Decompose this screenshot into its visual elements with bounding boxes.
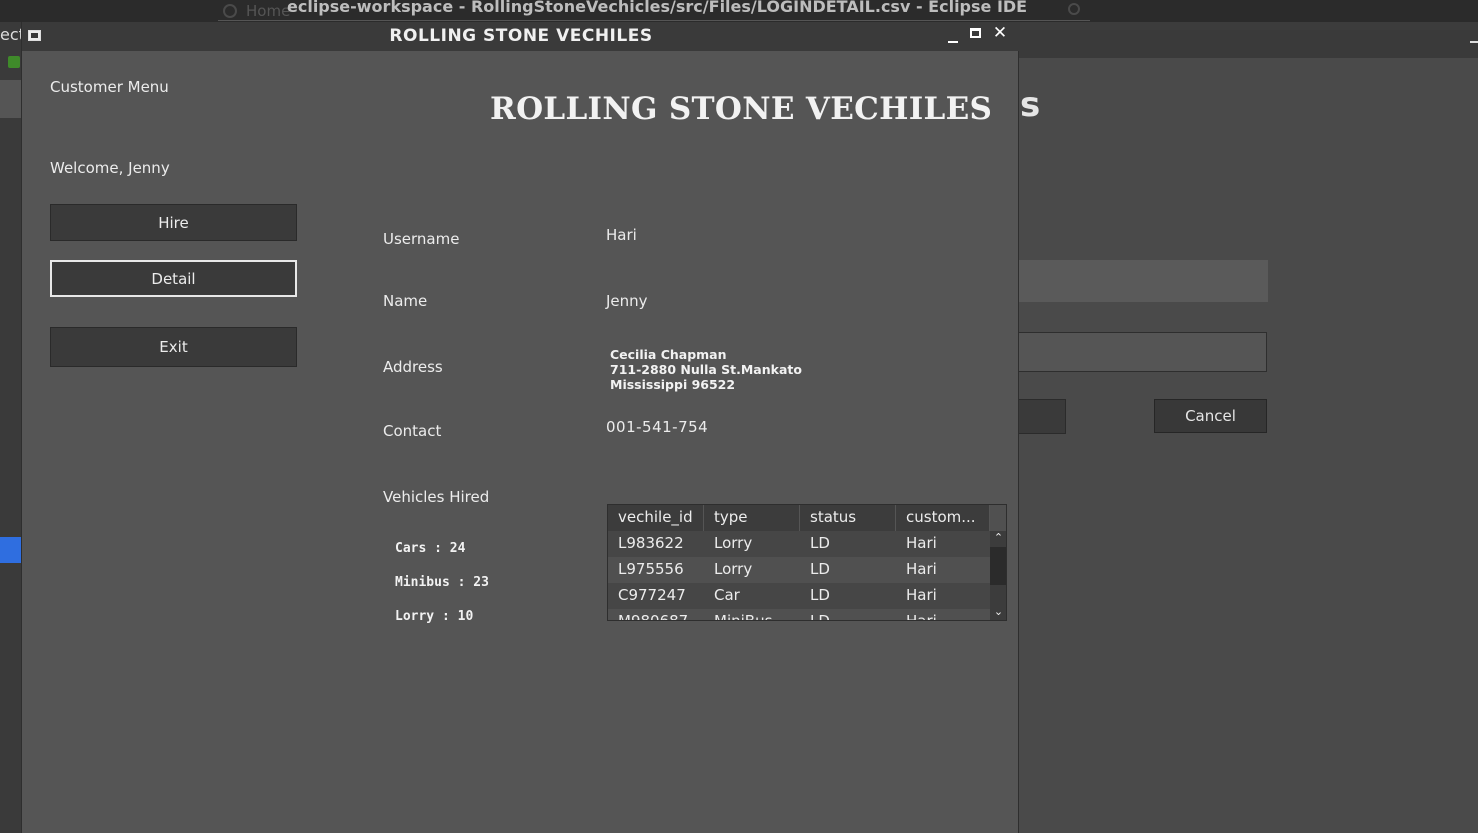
scroll-up-icon[interactable]: ⌃ [992,531,1005,545]
table-cell: MiniBus [714,612,773,621]
welcome-text: Welcome, Jenny [50,159,170,177]
customer-detail-window: ROLLING STONE VECHILES ✕ Customer Menu W… [21,22,1020,833]
username-label: Username [383,230,460,248]
table-row[interactable]: M980687 MiniBus LD Hari [608,609,990,621]
detail-button[interactable]: Detail [50,260,297,297]
table-cell: Car [714,586,740,604]
table-cell: L975556 [618,560,684,578]
column-header-status[interactable]: status [800,505,896,531]
background-left-toolbar [0,80,21,118]
background-username-field[interactable] [1019,260,1268,302]
table-header: vechile_id type status custom... [608,505,990,531]
username-value: Hari [606,226,637,244]
name-label: Name [383,292,428,310]
background-password-field[interactable] [1019,332,1267,372]
address-line: Cecilia Chapman [610,347,727,362]
eclipse-home-text: Home [246,2,291,20]
contact-label: Contact [383,422,442,440]
background-cancel-button[interactable]: Cancel [1154,399,1267,433]
address-line: Mississippi 96522 [610,377,736,392]
background-left-selection [0,537,21,563]
table-cell: LD [810,586,830,604]
maximize-icon[interactable] [970,28,981,38]
column-header-vechile-id[interactable]: vechile_id [608,505,704,531]
vehicles-hired-label: Vehicles Hired [383,488,490,506]
cars-count: Cars : 24 [395,541,466,556]
dialog-title: ROLLING STONE VECHILES [389,26,653,46]
table-cell: Hari [906,612,937,621]
table-cell: LD [810,534,830,552]
scroll-down-icon[interactable]: ⌄ [992,605,1005,619]
home-icon [223,4,237,18]
address-line: 711-2880 Nulla St.Mankato [610,362,802,377]
column-header-customer[interactable]: custom... [896,505,990,531]
table-scrollbar[interactable]: ⌃ ⌄ [990,531,1006,620]
table-body: L983622 Lorry LD Hari L975556 Lorry LD H… [608,531,990,621]
table-row[interactable]: L983622 Lorry LD Hari [608,531,990,557]
table-cell: C977247 [618,586,686,604]
hire-button[interactable]: Hire [50,204,297,241]
minimize-icon[interactable] [946,30,960,44]
table-cell: Hari [906,534,937,552]
contact-value: 001-541-754 [606,418,709,436]
table-cell: Lorry [714,534,753,552]
background-login-button[interactable] [1019,399,1066,434]
address-value: Cecilia Chapman 711-2880 Nulla St.Mankat… [610,347,802,392]
column-header-type[interactable]: type [704,505,800,531]
close-icon[interactable]: ✕ [992,23,1008,43]
dialog-titlebar[interactable]: ROLLING STONE VECHILES ✕ [22,22,1020,51]
lorry-count: Lorry : 10 [395,609,474,623]
table-row[interactable]: L975556 Lorry LD Hari [608,557,990,583]
eclipse-window-title: eclipse-workspace - RollingStoneVechicle… [287,0,1028,16]
scrollbar-thumb[interactable] [990,547,1006,585]
table-cell: LD [810,612,830,621]
eclipse-titlebar: Home eclipse-workspace - RollingStoneVec… [0,0,1478,22]
background-left-panel [0,22,21,833]
table-cell: M980687 [618,612,689,621]
background-window-titlebar [1019,30,1478,58]
name-value: Jenny [606,292,648,310]
table-cell: Hari [906,560,937,578]
run-icon [8,56,20,68]
table-row[interactable]: C977247 Car LD Hari [608,583,990,609]
background-heading: s [1020,85,1041,125]
vehicles-table[interactable]: vechile_id type status custom... L983622… [607,504,1007,621]
table-cell: Lorry [714,560,753,578]
customer-menu-label: Customer Menu [50,78,169,96]
page-title: ROLLING STONE VECHILES [490,91,993,127]
table-cell: Hari [906,586,937,604]
search-icon[interactable] [1068,3,1080,15]
minimize-icon[interactable] [1470,41,1478,43]
table-cell: LD [810,560,830,578]
minibus-count: Minibus : 23 [395,575,489,590]
address-label: Address [383,358,443,376]
table-cell: L983622 [618,534,684,552]
exit-button[interactable]: Exit [50,327,297,367]
